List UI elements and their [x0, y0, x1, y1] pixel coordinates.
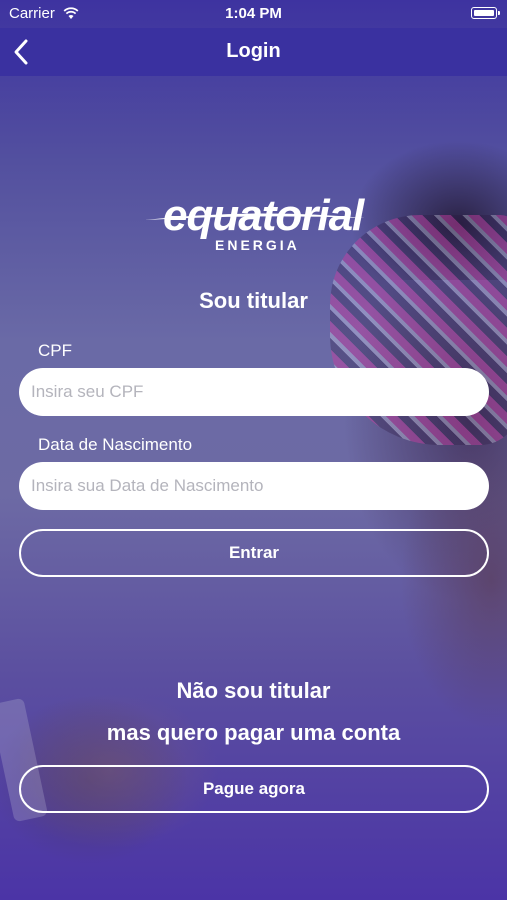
birth-date-label: Data de Nascimento — [38, 435, 193, 454]
page-title: Login — [226, 40, 281, 62]
status-bar: Carrier 1:04 PM — [0, 0, 507, 28]
navigation-bar: Login — [0, 28, 507, 76]
login-button-label: Entrar — [228, 543, 280, 562]
pay-now-button[interactable]: Pague agora — [19, 765, 489, 813]
cpf-input[interactable] — [19, 368, 489, 416]
non-holder-subheading: mas quero pagar uma conta — [106, 720, 401, 745]
cpf-label: CPF — [38, 341, 72, 360]
login-button[interactable]: Entrar — [19, 529, 489, 577]
non-holder-heading: Não sou titular — [176, 678, 331, 703]
battery-icon — [471, 7, 500, 19]
brand-logo: equatorial ENERGIA — [145, 190, 365, 260]
clock: 1:04 PM — [225, 5, 282, 22]
holder-heading: Sou titular — [199, 288, 308, 313]
logo-subtitle: ENERGIA — [215, 237, 300, 253]
logo-wordmark: equatorial — [163, 191, 364, 240]
pay-now-button-label: Pague agora — [202, 779, 306, 798]
birth-date-input[interactable] — [19, 462, 489, 510]
